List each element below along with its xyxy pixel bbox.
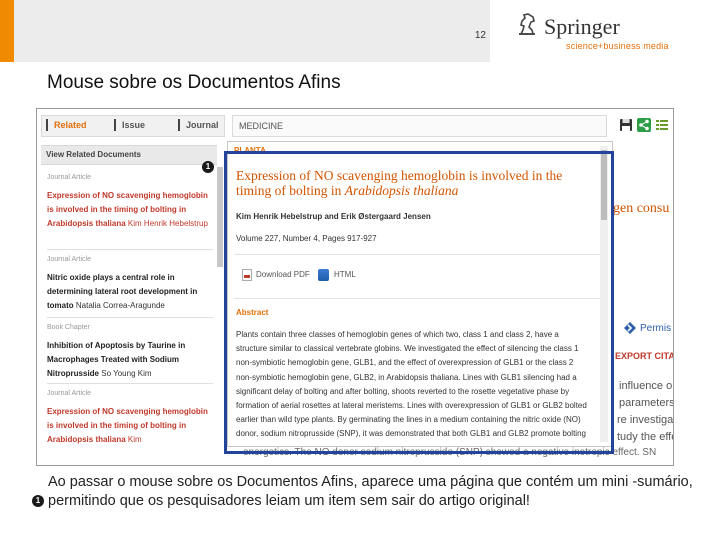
article-text: influence o xyxy=(619,380,673,392)
article-text: re investigat xyxy=(617,414,674,426)
item-author: So Young Kim xyxy=(101,369,152,378)
item-author: Kim Henrik Hebelstrup xyxy=(127,219,208,228)
related-item[interactable]: Journal Article Nitric oxide plays a cen… xyxy=(47,253,213,313)
logo-name: Springer xyxy=(544,14,620,39)
article-text: parameters xyxy=(619,397,674,409)
chess-knight-icon xyxy=(519,13,535,35)
tab-journal[interactable]: Journal xyxy=(186,120,219,130)
sidebar-scrollbar[interactable] xyxy=(217,167,223,267)
callout-marker: 1 xyxy=(202,161,214,173)
tab-divider xyxy=(114,119,116,131)
item-type: Book Chapter xyxy=(47,324,90,331)
item-type: Journal Article xyxy=(47,390,91,397)
tab-divider xyxy=(46,119,48,131)
item-author: Natalia Correa-Aragunde xyxy=(75,301,165,310)
item-type: Journal Article xyxy=(47,256,91,263)
related-item[interactable]: Book Chapter Inhibition of Apoptosis by … xyxy=(47,321,213,381)
divider xyxy=(47,317,213,318)
slide-caption: Ao passar o mouse sobre os Documentos Af… xyxy=(48,474,693,509)
article-title-fragment: gen consu xyxy=(613,201,670,216)
related-documents-sidebar: View Related Documents Journal Article E… xyxy=(41,139,225,459)
permissions-link[interactable]: Permis xyxy=(640,323,671,334)
search-value: MEDICINE xyxy=(239,121,284,131)
item-author: Kim xyxy=(127,435,142,444)
divider xyxy=(47,383,213,384)
sidebar-header: View Related Documents xyxy=(41,145,217,165)
slide-title: Mouse sobre os Documentos Afins xyxy=(47,72,341,93)
highlight-box xyxy=(224,151,614,454)
divider xyxy=(47,249,213,250)
logo-tagline: science+business media xyxy=(566,41,669,51)
springer-logo: Springer science+business media xyxy=(516,10,686,56)
tab-issue[interactable]: Issue xyxy=(122,120,145,130)
callout-marker: 1 xyxy=(32,495,44,507)
tab-related[interactable]: Related xyxy=(54,120,87,130)
article-text: tudy the effe xyxy=(617,431,674,443)
page-number: 12 xyxy=(474,30,486,41)
related-item[interactable]: Journal Article Expression of NO scaveng… xyxy=(47,387,213,447)
search-field[interactable]: MEDICINE xyxy=(232,115,607,137)
tab-bar: Related Issue Journal xyxy=(41,115,225,137)
background-article: gen consu Permis EXPORT CITA influence o… xyxy=(607,109,674,465)
screenshot-frame: Related Issue Journal MEDICINE View Rela… xyxy=(36,108,674,466)
accent-bar xyxy=(0,0,14,62)
permissions-icon[interactable] xyxy=(623,321,637,335)
export-citation-link[interactable]: EXPORT CITA xyxy=(615,351,673,361)
item-type: Journal Article xyxy=(47,174,91,181)
tab-divider xyxy=(178,119,180,131)
related-item[interactable]: Journal Article Expression of NO scaveng… xyxy=(47,171,213,231)
